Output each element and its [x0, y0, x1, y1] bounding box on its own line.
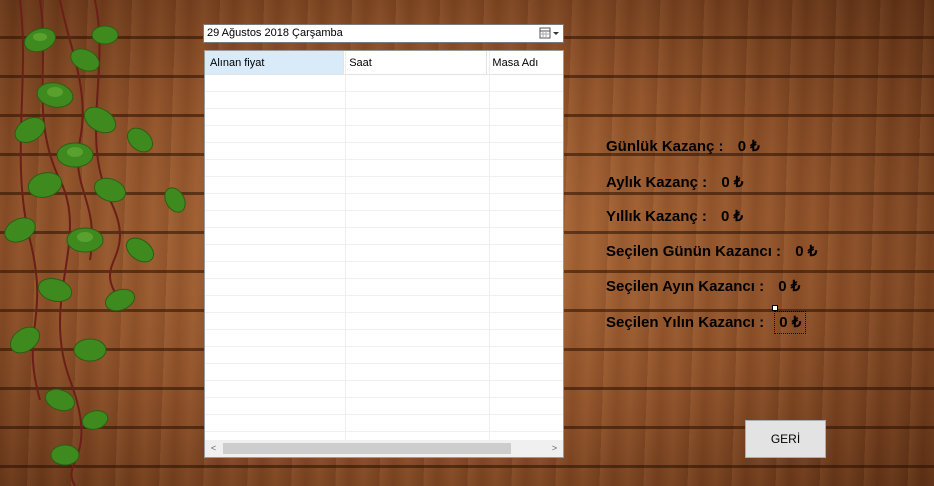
grid-empty-row: [205, 364, 563, 381]
ivy-plant-decoration: [4, 0, 186, 486]
secilen-ay-kazanc-value: 0 ₺: [778, 278, 801, 295]
grid-empty-row: [205, 211, 563, 228]
grid-empty-row: [205, 109, 563, 126]
grid-empty-row: [205, 398, 563, 415]
column-header-saat[interactable]: Saat: [344, 51, 488, 75]
selection-handle: [772, 305, 779, 311]
grid-empty-row: [205, 245, 563, 262]
column-divider: [489, 51, 490, 440]
aylik-kazanc-row: Aylık Kazanç : 0 ₺: [606, 173, 743, 191]
secilen-gun-kazanc-row: Seçilen Günün Kazancı : 0 ₺: [606, 242, 817, 260]
grid-empty-row: [205, 194, 563, 211]
calendar-icon[interactable]: [537, 26, 561, 41]
grid-empty-row: [205, 330, 563, 347]
column-divider: [345, 51, 346, 440]
gunluk-kazanc-label: Günlük Kazanç :: [606, 138, 724, 155]
secilen-ay-kazanc-label: Seçilen Ayın Kazancı :: [606, 278, 765, 295]
secilen-gun-kazanc-value: 0 ₺: [795, 243, 818, 260]
gunluk-kazanc-value: 0 ₺: [737, 138, 760, 155]
grid-empty-row: [205, 92, 563, 109]
grid-empty-row: [205, 160, 563, 177]
column-header-masa-adi[interactable]: Masa Adı: [487, 51, 563, 75]
grid-empty-row: [205, 381, 563, 398]
grid-empty-row: [205, 279, 563, 296]
date-picker-value: 29 Ağustos 2018 Çarşamba: [207, 27, 343, 39]
grid-empty-row: [205, 143, 563, 160]
gunluk-kazanc-row: Günlük Kazanç : 0 ₺: [606, 137, 760, 155]
grid-empty-row: [205, 347, 563, 364]
secilen-ay-kazanc-row: Seçilen Ayın Kazancı : 0 ₺: [606, 277, 800, 295]
grid-empty-row: [205, 262, 563, 279]
grid-empty-row: [205, 313, 563, 330]
secilen-gun-kazanc-label: Seçilen Günün Kazancı :: [606, 243, 782, 260]
date-picker[interactable]: 29 Ağustos 2018 Çarşamba: [203, 24, 564, 43]
aylik-kazanc-value: 0 ₺: [721, 174, 744, 191]
yillik-kazanc-value: 0 ₺: [721, 208, 744, 225]
column-header-alinan-fiyat[interactable]: Alınan fiyat: [205, 51, 345, 75]
scroll-right-arrow-icon[interactable]: >: [546, 440, 563, 457]
aylik-kazanc-label: Aylık Kazanç :: [606, 174, 708, 191]
yillik-kazanc-row: Yıllık Kazanç : 0 ₺: [606, 207, 743, 225]
secilen-yil-kazanc-row: Seçilen Yılın Kazancı : 0 ₺: [606, 305, 807, 334]
secilen-yil-kazanc-value: 0 ₺: [772, 305, 807, 334]
sales-grid[interactable]: Alınan fiyat Saat Masa Adı < >: [204, 50, 564, 458]
secilen-yil-kazanc-label: Seçilen Yılın Kazancı :: [606, 314, 765, 331]
scrollbar-thumb[interactable]: [223, 443, 511, 454]
horizontal-scrollbar[interactable]: < >: [205, 440, 563, 457]
grid-header: Alınan fiyat Saat Masa Adı: [205, 51, 563, 75]
scroll-left-arrow-icon[interactable]: <: [205, 440, 222, 457]
grid-empty-row: [205, 75, 563, 92]
grid-empty-row: [205, 415, 563, 432]
grid-empty-row: [205, 296, 563, 313]
grid-body[interactable]: [205, 75, 563, 440]
yillik-kazanc-label: Yıllık Kazanç :: [606, 208, 707, 225]
grid-empty-row: [205, 126, 563, 143]
grid-empty-row: [205, 177, 563, 194]
geri-button[interactable]: GERİ: [745, 420, 826, 458]
grid-empty-row: [205, 228, 563, 245]
